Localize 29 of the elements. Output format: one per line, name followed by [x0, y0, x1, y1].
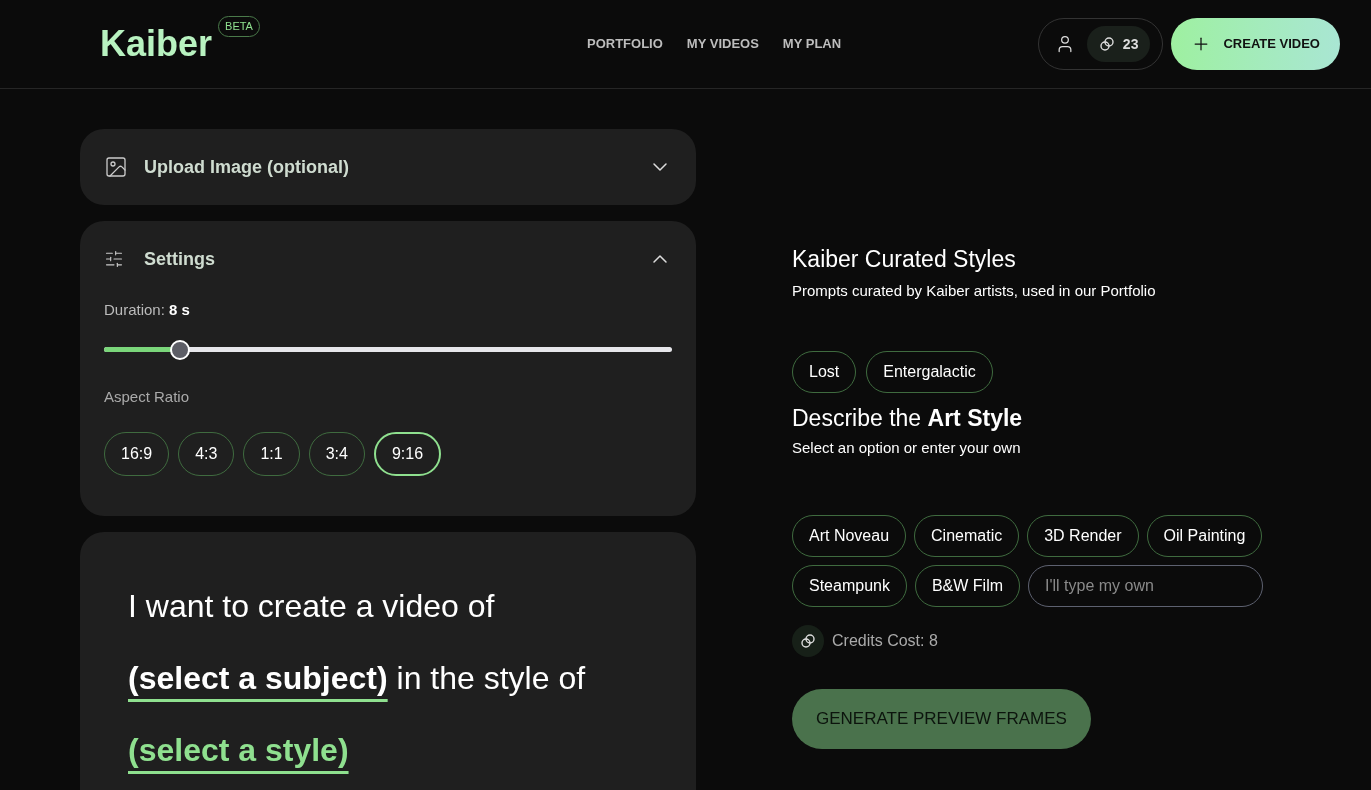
credits-cost: Credits Cost: 8 [832, 631, 938, 651]
panel-title: Upload Image (optional) [144, 155, 349, 179]
section-subtitle: Select an option or enter your own [792, 437, 1022, 458]
image-icon [104, 155, 128, 179]
section-title: Describe the Art Style [792, 403, 1024, 433]
aspect-label: Aspect Ratio [104, 386, 191, 407]
duration-label: Duration: [104, 300, 165, 320]
prompt-link[interactable]: (select a subject) [128, 660, 388, 696]
credits-count: 23 [1122, 34, 1139, 54]
section-subtitle: Prompts curated by Kaiber artists, used in our Portfolio [792, 281, 1157, 301]
nav-link[interactable]: MY VIDEOS [686, 34, 759, 54]
section-title: Kaiber Curated Styles [792, 245, 1017, 274]
prompt-link[interactable]: (select a style) [128, 732, 349, 768]
sliders-icon [104, 249, 124, 269]
create-video-button[interactable]: CREATE VIDEO [1171, 18, 1340, 70]
coins-icon [800, 633, 816, 649]
aspect-ratio-option[interactable]: 9:16 [373, 432, 442, 476]
credits-badge[interactable]: 23 [1086, 26, 1151, 62]
nav-link[interactable]: PORTFOLIO [587, 34, 663, 54]
custom-style-field[interactable]: I'll type my own [1028, 565, 1264, 607]
panel-title: Settings [144, 247, 215, 271]
duration-value: 8 s [168, 300, 190, 320]
nav-link[interactable]: MY PLAN [782, 34, 842, 54]
upload-panel[interactable]: Upload Image (optional) [80, 129, 696, 205]
logo[interactable]: Kaiber [100, 26, 213, 62]
slider-thumb[interactable] [170, 339, 191, 360]
coins-icon [1098, 36, 1115, 52]
prompt-sentence: I want to create a video of (select a subject) in the style of (select a style) [128, 587, 587, 770]
duration-slider[interactable] [104, 339, 672, 360]
